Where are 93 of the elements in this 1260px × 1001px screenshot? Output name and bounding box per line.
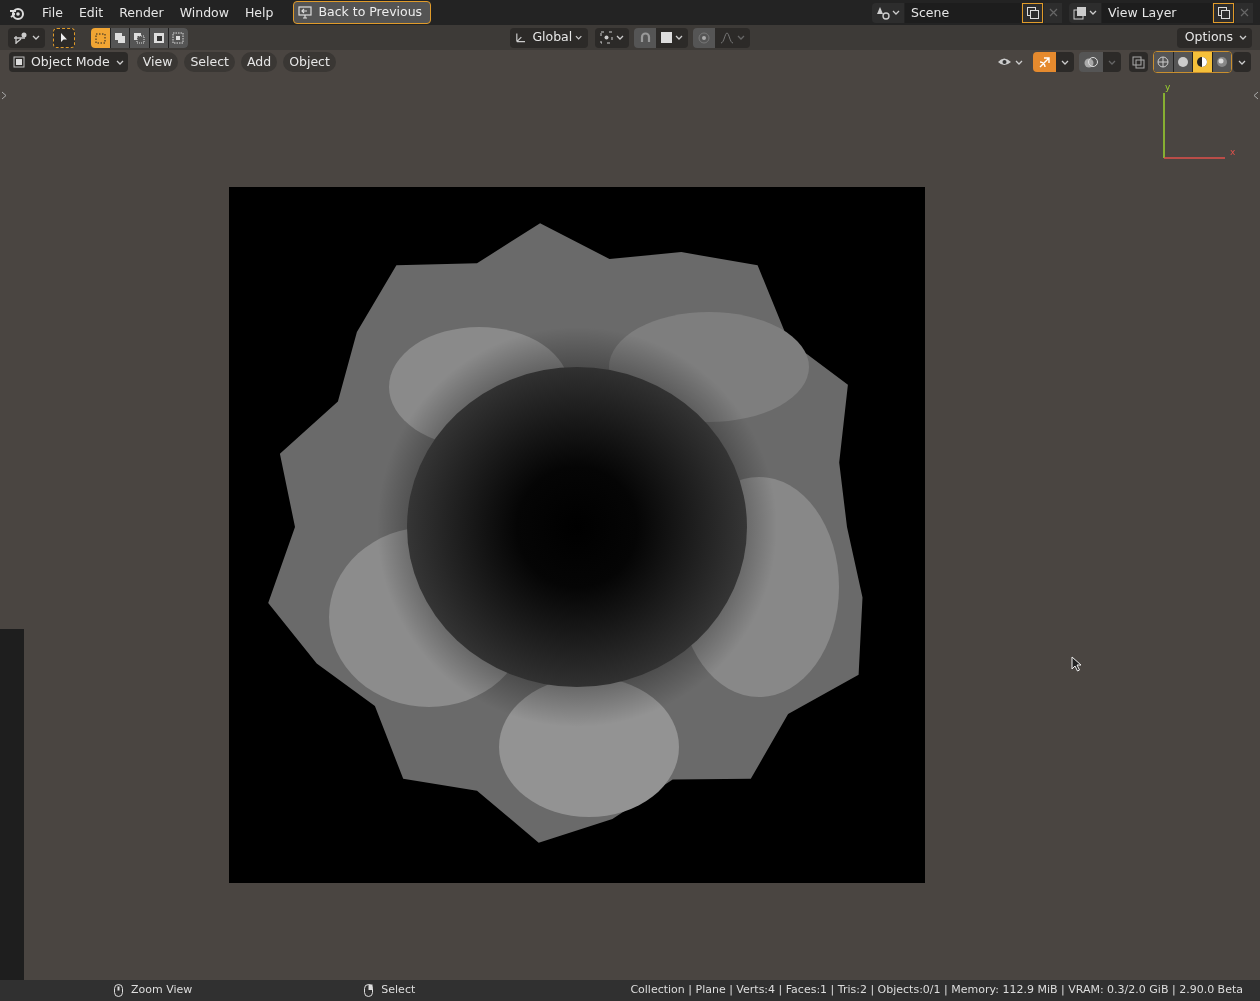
menu-item[interactable]: Object: [283, 52, 336, 72]
copy-icon: [1217, 6, 1230, 19]
shading-mode-button[interactable]: [1212, 52, 1231, 72]
shading-switcher[interactable]: [1153, 51, 1232, 73]
caret-icon: [615, 34, 624, 41]
back-button[interactable]: Back to Previous: [293, 1, 432, 24]
cube-icon: [13, 56, 25, 68]
sphere-icon: [1215, 56, 1228, 68]
sphere-icon: [1176, 56, 1189, 68]
shading-mode-button[interactable]: [1193, 52, 1212, 72]
duplicate-button[interactable]: [1213, 2, 1234, 23]
duplicate-button[interactable]: [1022, 2, 1043, 23]
caret-icon: [1015, 58, 1023, 66]
caret-icon: [736, 34, 745, 41]
caret-icon: [575, 34, 583, 41]
monitor-icon: [298, 6, 313, 19]
mode-dropdown[interactable]: Object Mode: [9, 52, 128, 72]
snap-dropdown[interactable]: [655, 27, 688, 48]
shading-mode-button[interactable]: [1173, 52, 1192, 72]
close-icon: [1048, 8, 1058, 17]
snap-toggle[interactable]: [633, 27, 656, 48]
select-mode-button[interactable]: [91, 27, 110, 48]
select-mode-icon: [172, 31, 185, 44]
eye-icon: [997, 56, 1012, 68]
menu-item[interactable]: View: [136, 52, 179, 72]
menu-item[interactable]: Window: [171, 2, 237, 23]
cursor-icon: [60, 32, 68, 43]
caret-icon: [674, 34, 683, 41]
proportional-toggle[interactable]: [692, 27, 715, 48]
sphere-icon: [1157, 56, 1170, 68]
orientation-label: Global: [532, 28, 573, 47]
menu-item[interactable]: Help: [236, 2, 282, 23]
square-icon: [660, 32, 672, 43]
menu-item[interactable]: Add: [241, 52, 278, 72]
cursor-icon: [1071, 656, 1082, 672]
caret-icon: [1089, 9, 1097, 16]
falloff-icon: [719, 31, 734, 44]
scene-dropdown[interactable]: [1069, 2, 1101, 23]
gizmo-toggle[interactable]: [1033, 52, 1056, 72]
gizmo-dropdown[interactable]: [1056, 52, 1074, 72]
caret-icon: [115, 58, 124, 66]
gizmo-icon: [1038, 55, 1051, 69]
select-mode-icon: [113, 31, 126, 44]
dot-icon: [697, 31, 710, 44]
overlay-toggle[interactable]: [1079, 52, 1103, 72]
caret-icon: [892, 9, 900, 16]
axis-label: y: [1165, 83, 1171, 92]
collapse-icon[interactable]: [1253, 91, 1259, 100]
sphere-icon: [1196, 56, 1209, 68]
axis-label: x: [1230, 148, 1236, 157]
menu-item[interactable]: Select: [184, 52, 235, 72]
menu-item[interactable]: File: [34, 2, 71, 23]
close-icon: [1239, 8, 1249, 17]
expand-icon[interactable]: [1, 91, 7, 100]
scene-icon: [876, 5, 890, 20]
select-mode-icon: [133, 31, 146, 44]
name-field[interactable]: Scene: [905, 2, 1021, 23]
falloff-dropdown[interactable]: [714, 27, 750, 48]
select-mode-switcher[interactable]: [91, 27, 188, 48]
orientation-dropdown[interactable]: Global: [509, 27, 588, 48]
select-mode-icon: [152, 31, 165, 44]
select-tool-button[interactable]: [53, 27, 75, 48]
caret-icon: [1108, 58, 1116, 66]
scene-statistics: Collection | Plane | Verts:4 | Faces:1 | Tris:2 | Objects:0/1 | Memory: 112.9 MiB | VRAM: 0.3/2.0 GiB | 2.90.0 Beta: [630, 982, 1243, 999]
name-field[interactable]: View Layer: [1102, 2, 1212, 23]
options-dropdown[interactable]: Options: [1176, 27, 1252, 48]
overlay-icon: [1084, 55, 1098, 69]
menu-item[interactable]: Render: [111, 2, 172, 23]
axes-icon: [13, 30, 29, 45]
caret-icon: [32, 34, 40, 41]
orientation-icon: [514, 31, 526, 44]
select-mode-icon: [94, 31, 107, 44]
select-mode-button[interactable]: [169, 27, 188, 48]
hint-label: Select: [381, 982, 416, 999]
xray-icon: [1132, 55, 1145, 69]
select-mode-button[interactable]: [149, 27, 168, 48]
pivot-icon: [599, 31, 613, 44]
menu-item[interactable]: Edit: [70, 2, 112, 23]
mouse-icon: [364, 984, 374, 997]
select-mode-button[interactable]: [110, 27, 129, 48]
pivot-dropdown[interactable]: [594, 27, 629, 48]
mouse-icon: [114, 984, 123, 997]
xray-toggle[interactable]: [1129, 52, 1148, 72]
scene-dropdown[interactable]: [872, 2, 904, 23]
layers-icon: [1073, 5, 1087, 20]
hint-label: Zoom View: [131, 982, 193, 999]
copy-icon: [1026, 6, 1039, 19]
editor-type-button[interactable]: [8, 27, 45, 48]
caret-icon: [1061, 58, 1069, 66]
caret-icon: [1239, 34, 1247, 41]
select-mode-button[interactable]: [130, 27, 149, 48]
caret-icon: [1238, 58, 1246, 66]
magnet-icon: [638, 31, 651, 44]
